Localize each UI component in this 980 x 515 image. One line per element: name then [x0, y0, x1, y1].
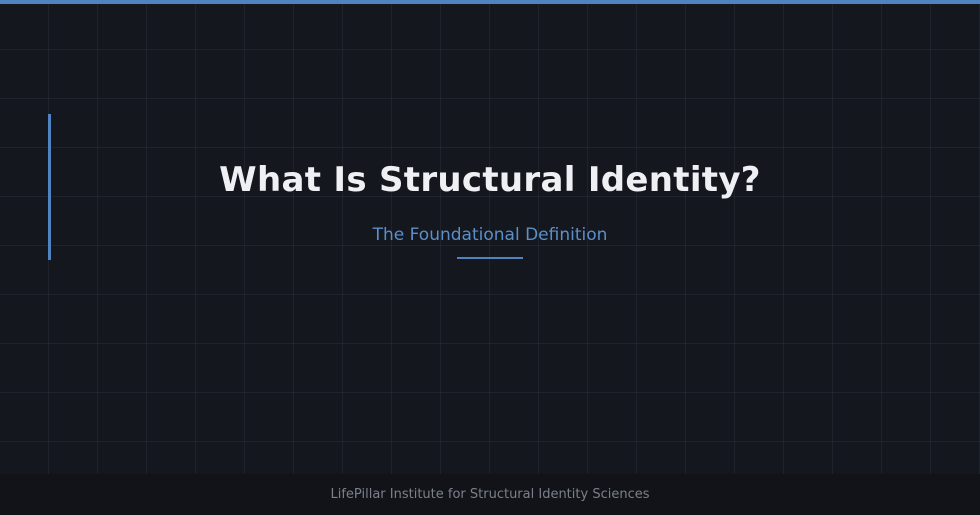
slide-canvas: What Is Structural Identity? The Foundat… — [0, 0, 980, 515]
slide-title: What Is Structural Identity? — [219, 160, 761, 200]
footer-text: LifePillar Institute for Structural Iden… — [330, 487, 650, 502]
top-accent-bar — [0, 0, 980, 4]
subtitle-underline — [457, 257, 523, 259]
footer-bar: LifePillar Institute for Structural Iden… — [0, 474, 980, 515]
slide-subtitle: The Foundational Definition — [372, 225, 608, 245]
